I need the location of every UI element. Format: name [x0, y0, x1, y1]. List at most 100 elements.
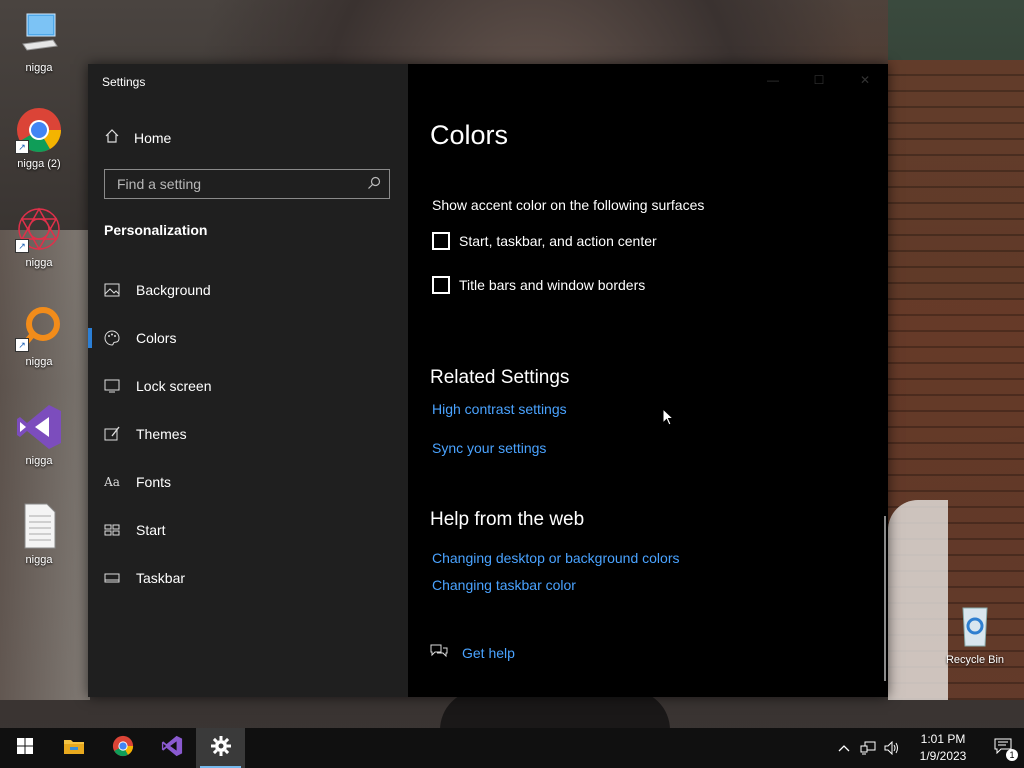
checkbox-box[interactable]	[432, 232, 450, 250]
settings-content: — ☐ ✕ Colors Show accent color on the fo…	[408, 64, 888, 697]
home-label: Home	[134, 129, 172, 146]
desktop-icon-label: nigga	[25, 62, 53, 74]
image-icon	[104, 282, 120, 298]
desktop-icon-recycle-bin[interactable]: Recycle Bin	[940, 602, 1010, 666]
checkbox-title-bars[interactable]: Title bars and window borders	[432, 276, 645, 294]
visual-studio-icon	[161, 735, 183, 761]
start-grid-icon	[104, 522, 120, 538]
taskbar-icon	[104, 570, 120, 586]
computer-icon	[15, 10, 63, 58]
network-icon[interactable]	[856, 728, 880, 768]
palette-icon	[104, 330, 120, 346]
wallpaper-light-right	[888, 500, 948, 700]
desktop-icon-label: nigga	[25, 257, 53, 269]
taskbar-chrome[interactable]	[98, 728, 147, 768]
sidebar-item-start[interactable]: Start	[88, 506, 408, 554]
search-input[interactable]	[115, 175, 359, 193]
chat-help-icon	[430, 643, 448, 662]
shortcut-arrow-icon: ↗	[15, 239, 29, 253]
brush-icon	[104, 426, 120, 442]
get-help-label: Get help	[462, 644, 515, 661]
get-help-link[interactable]: Get help	[430, 643, 515, 662]
close-button[interactable]: ✕	[842, 64, 888, 96]
sidebar-item-label: Lock screen	[136, 378, 212, 394]
accent-surfaces-subheading: Show accent color on the following surfa…	[432, 197, 705, 213]
clock-date: 1/9/2023	[919, 749, 967, 763]
desktop-icon-label: nigga (2)	[17, 158, 61, 170]
sidebar-nav: Background Colors Lock screen Themes Aa …	[88, 266, 408, 602]
home-nav-button[interactable]: Home	[104, 128, 171, 147]
checkbox-label: Start, taskbar, and action center	[459, 233, 657, 249]
checkbox-box[interactable]	[432, 276, 450, 294]
sidebar-item-label: Colors	[136, 330, 177, 346]
desktop-icon-label: Recycle Bin	[945, 654, 1005, 666]
sidebar-item-taskbar[interactable]: Taskbar	[88, 554, 408, 602]
settings-window: Settings Home Personalization Background	[88, 64, 888, 697]
page-title: Colors	[430, 120, 509, 150]
content-scrollbar[interactable]	[884, 516, 886, 681]
monitor-lock-icon	[104, 378, 120, 394]
chrome-icon: ↗	[15, 106, 63, 154]
taskbar-color-help-link[interactable]: Changing taskbar color	[432, 577, 576, 593]
taskbar: 1:01 PM 1/9/2023 1	[0, 728, 1024, 768]
sidebar-item-lock-screen[interactable]: Lock screen	[88, 362, 408, 410]
desktop-icon-spiral[interactable]: ↗ nigga	[4, 205, 74, 269]
magnifier-app-icon: ↗	[15, 304, 63, 352]
spiral-art-icon: ↗	[15, 205, 63, 253]
sidebar-item-label: Themes	[136, 426, 187, 442]
search-box[interactable]	[104, 169, 390, 199]
related-settings-heading: Related Settings	[430, 367, 570, 388]
home-icon	[104, 128, 120, 147]
clock[interactable]: 1:01 PM 1/9/2023	[904, 731, 982, 765]
settings-sidebar: Settings Home Personalization Background	[88, 64, 408, 697]
text-document-icon	[15, 502, 63, 550]
desktop-icon-label: nigga	[25, 356, 53, 368]
minimize-button[interactable]: —	[750, 64, 796, 96]
mouse-cursor-icon	[662, 407, 675, 431]
visual-studio-icon	[15, 403, 63, 451]
checkbox-label: Title bars and window borders	[459, 277, 646, 293]
notification-count-badge: 1	[1006, 749, 1018, 761]
desktop-icon-magnifier[interactable]: ↗ nigga	[4, 304, 74, 368]
chrome-icon	[112, 735, 134, 761]
taskbar-settings[interactable]	[196, 728, 245, 768]
desktop-icon-this-pc[interactable]: nigga	[4, 10, 74, 74]
help-heading: Help from the web	[430, 509, 585, 530]
desktop-icon-visual-studio[interactable]: nigga	[4, 403, 74, 467]
section-heading: Personalization	[104, 222, 208, 238]
desktop-icon-label: nigga	[25, 554, 53, 566]
window-title: Settings	[102, 75, 146, 89]
high-contrast-link[interactable]: High contrast settings	[432, 401, 567, 417]
desktop-colors-help-link[interactable]: Changing desktop or background colors	[432, 550, 680, 566]
sidebar-item-themes[interactable]: Themes	[88, 410, 408, 458]
sidebar-item-label: Start	[136, 522, 166, 538]
shortcut-arrow-icon: ↗	[15, 338, 29, 352]
maximize-button[interactable]: ☐	[796, 64, 842, 96]
windows-logo-icon	[16, 738, 33, 758]
window-controls: — ☐ ✕	[750, 64, 888, 96]
search-icon[interactable]	[367, 175, 381, 194]
checkbox-start-taskbar[interactable]: Start, taskbar, and action center	[432, 232, 657, 250]
chevron-up-icon[interactable]	[832, 728, 856, 768]
sidebar-item-label: Fonts	[136, 474, 172, 490]
clock-time: 1:01 PM	[920, 732, 966, 746]
sidebar-item-fonts[interactable]: Aa Fonts	[88, 458, 408, 506]
desktop-icon-label: nigga	[25, 455, 53, 467]
sidebar-item-background[interactable]: Background	[88, 266, 408, 314]
font-icon: Aa	[104, 475, 120, 489]
shortcut-arrow-icon: ↗	[15, 140, 29, 154]
volume-icon[interactable]	[880, 728, 904, 768]
gear-icon	[210, 736, 231, 760]
sidebar-item-label: Background	[136, 282, 211, 298]
system-tray: 1:01 PM 1/9/2023 1	[832, 728, 1024, 768]
action-center-button[interactable]: 1	[982, 728, 1024, 768]
desktop-icon-text-file[interactable]: nigga	[4, 502, 74, 566]
taskbar-visual-studio[interactable]	[147, 728, 196, 768]
recycle-bin-icon	[951, 602, 999, 650]
start-button[interactable]	[0, 728, 49, 768]
sync-settings-link[interactable]: Sync your settings	[432, 440, 546, 456]
sidebar-item-colors[interactable]: Colors	[88, 314, 408, 362]
taskbar-file-explorer[interactable]	[49, 728, 98, 768]
desktop-icon-chrome[interactable]: ↗ nigga (2)	[4, 106, 74, 170]
folder-icon	[63, 737, 85, 759]
